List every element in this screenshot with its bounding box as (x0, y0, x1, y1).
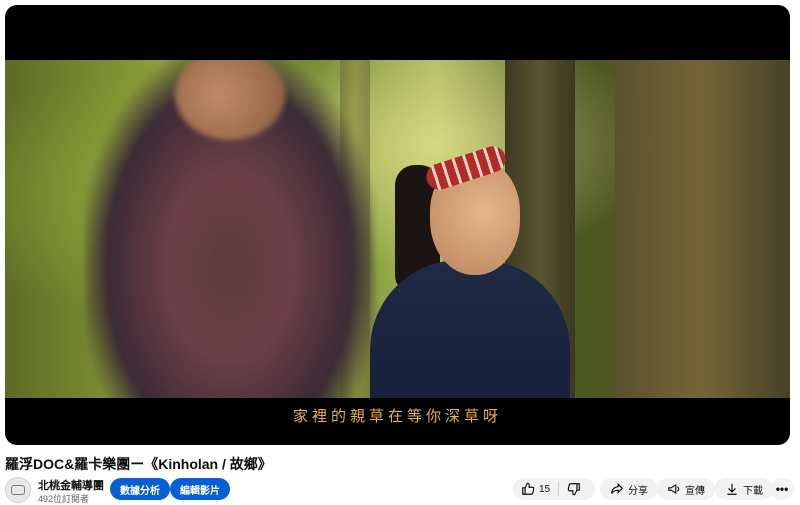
promote-label: 宣傳 (685, 485, 705, 497)
share-icon (611, 482, 624, 494)
download-label: 下載 (743, 485, 763, 497)
share-label: 分享 (628, 485, 648, 497)
megaphone-icon (668, 483, 680, 495)
download-button[interactable]: 下載 (715, 478, 773, 500)
video-subtitle: 家裡的親草在等你深草呀 (292, 407, 502, 425)
like-dislike-group: 15 (513, 478, 595, 500)
subscriber-count: 492位訂閱者 (38, 494, 90, 504)
channel-name[interactable]: 北桃金輔導團 (38, 477, 104, 493)
more-actions-button[interactable]: ••• (770, 478, 794, 500)
video-title: 羅浮DOC&羅卡樂團ー《Kinholan / 故鄉》 (5, 456, 272, 472)
channel-logo-icon (11, 485, 25, 495)
video-player[interactable]: 家裡的親草在等你深草呀 (5, 5, 790, 445)
thumbs-up-icon (522, 482, 535, 495)
performer-head (175, 60, 285, 140)
share-button[interactable]: 分享 (600, 478, 658, 500)
dislike-button[interactable] (559, 478, 589, 500)
like-button[interactable]: 15 (513, 478, 558, 500)
video-frame[interactable] (5, 60, 790, 398)
promote-button[interactable]: 宣傳 (657, 478, 715, 500)
analytics-button[interactable]: 數據分析 (110, 478, 170, 500)
edit-video-button[interactable]: 編輯影片 (170, 478, 230, 500)
blurred-performer (85, 60, 375, 398)
download-icon (727, 483, 737, 495)
channel-row: 北桃金輔導團 492位訂閱者 數據分析 編輯影片 15 分享 宣傳 下載 ••• (5, 476, 795, 504)
channel-avatar[interactable] (5, 477, 31, 503)
tree-trunk (615, 60, 790, 398)
thumbs-down-icon (567, 483, 580, 496)
like-count: 15 (539, 483, 551, 495)
